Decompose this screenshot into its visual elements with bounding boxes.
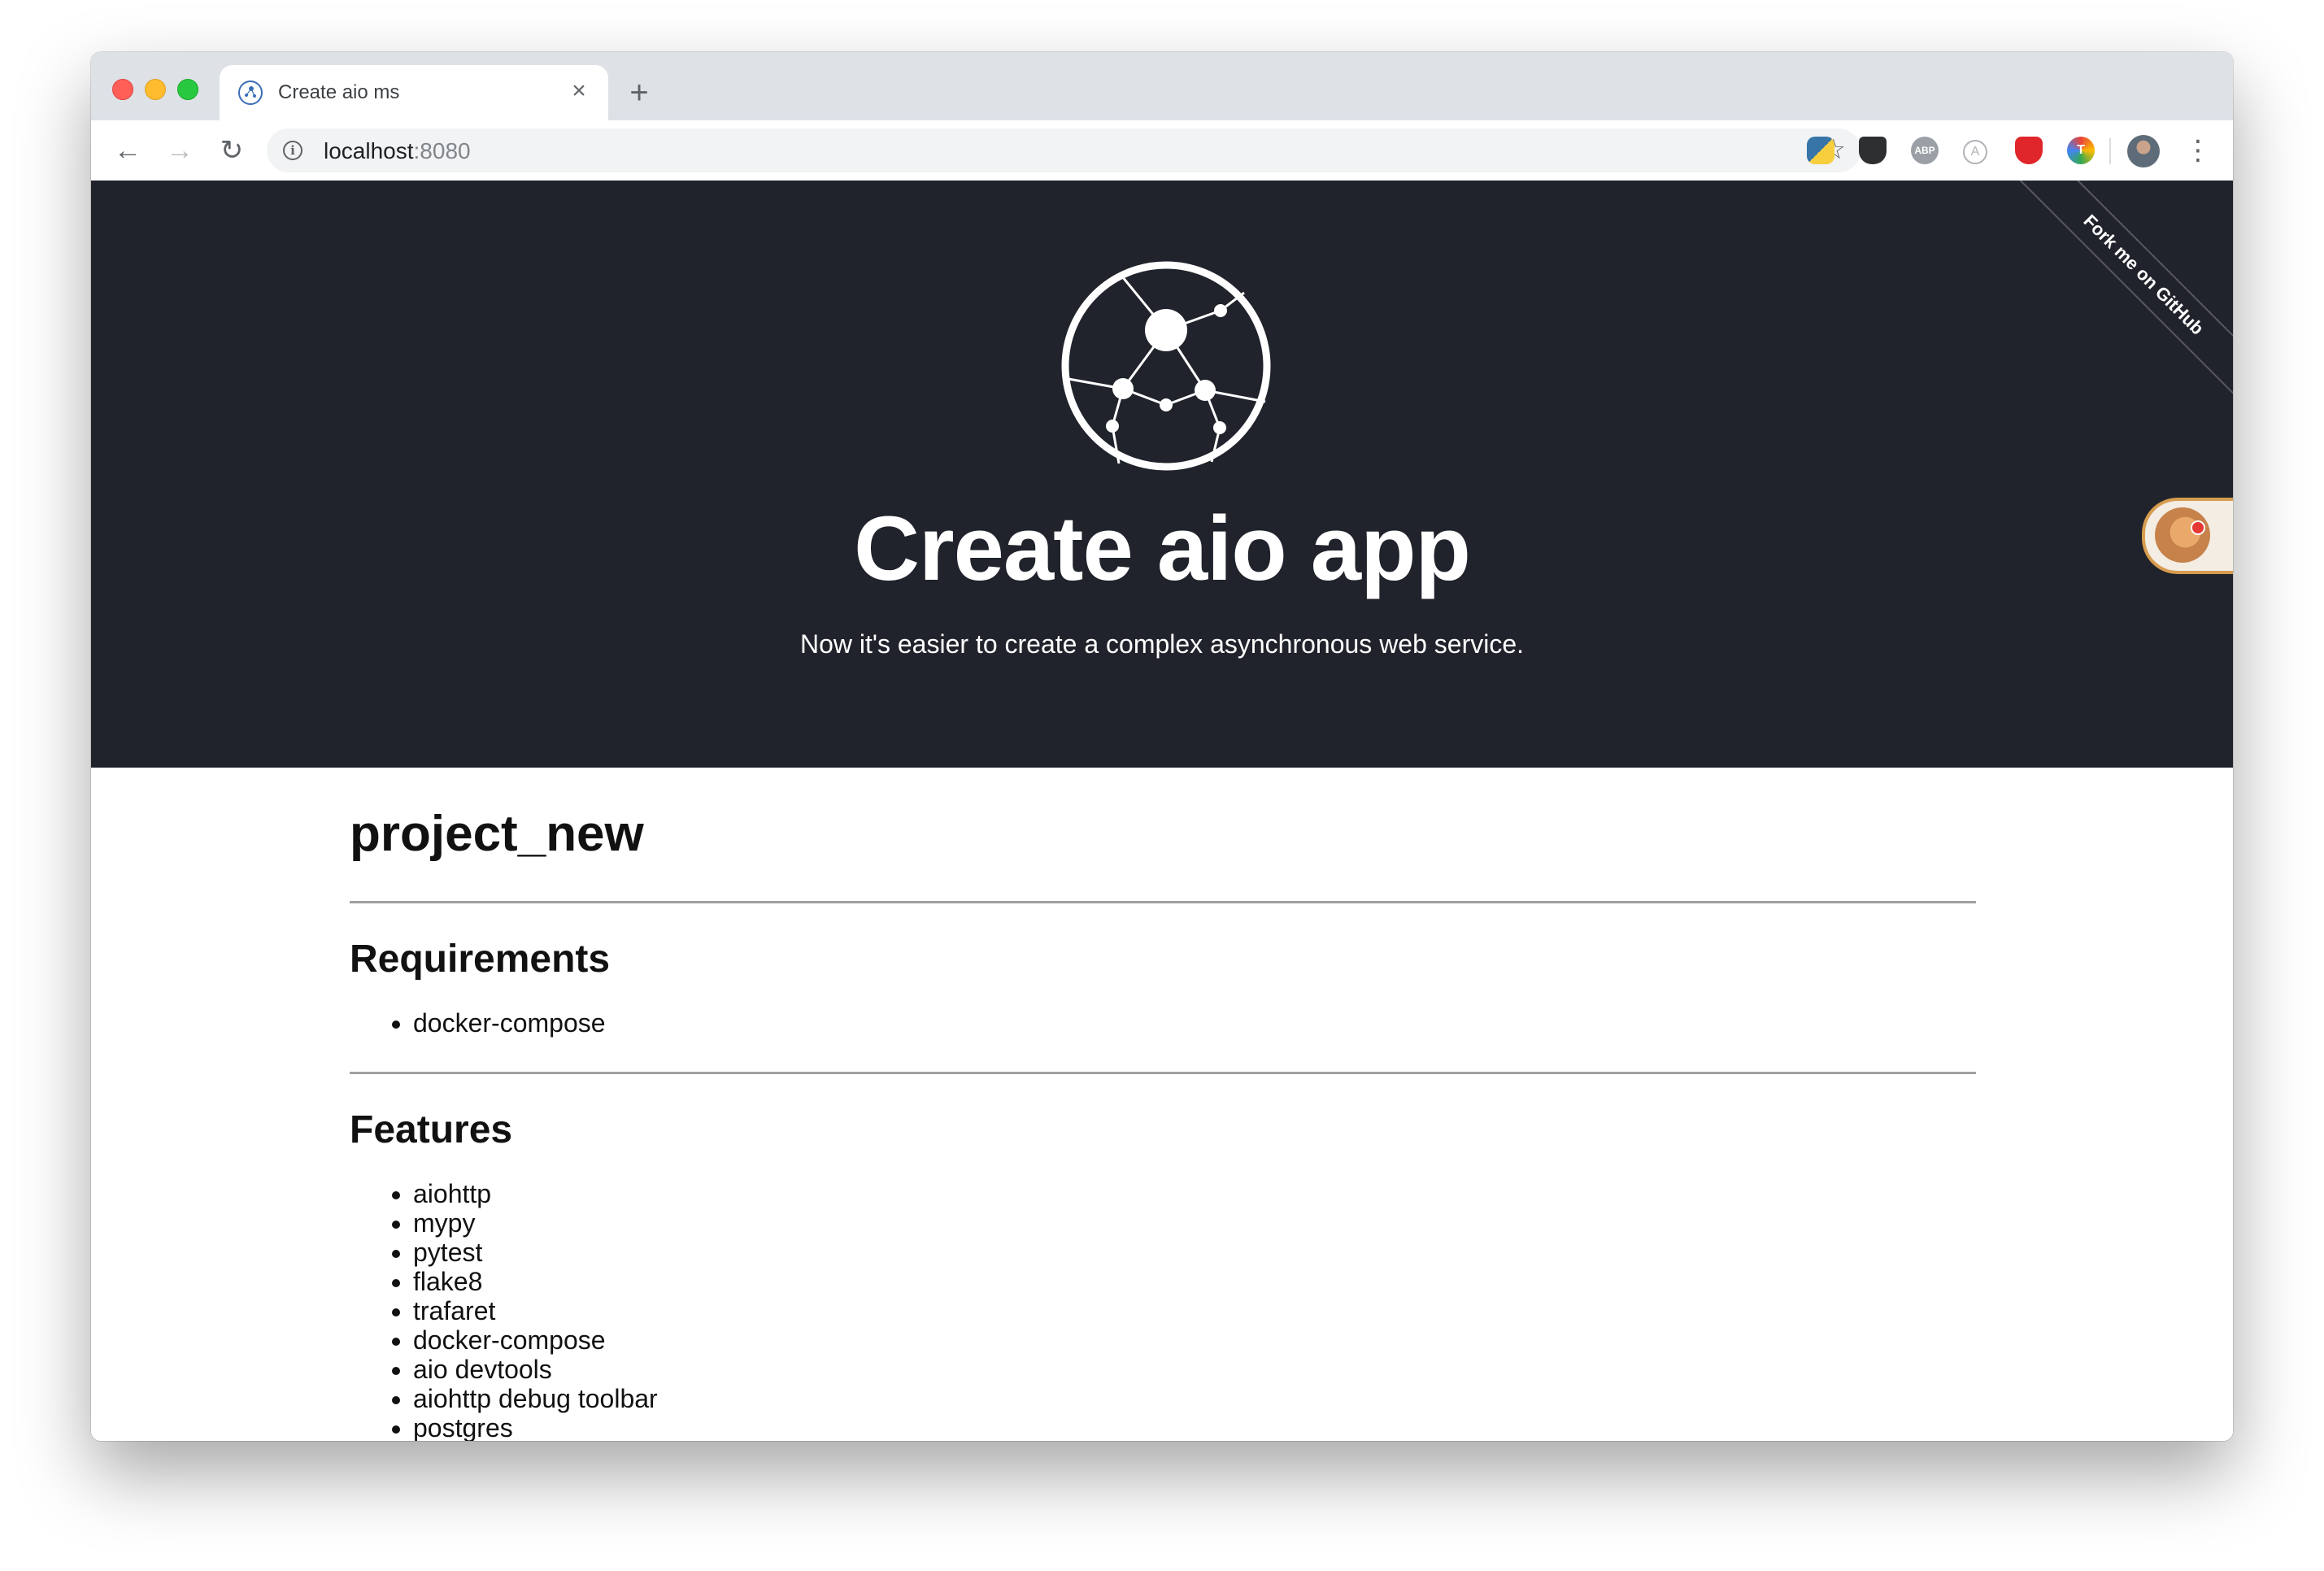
debug-toolbar-button[interactable] bbox=[2142, 498, 2233, 574]
ublock-icon[interactable] bbox=[2015, 137, 2043, 164]
window-maximize-button[interactable] bbox=[177, 79, 198, 100]
new-tab-button[interactable]: + bbox=[623, 76, 655, 109]
window-minimize-button[interactable] bbox=[145, 79, 166, 100]
adblock-plus-icon[interactable]: ABP bbox=[1911, 137, 1939, 164]
profile-avatar[interactable] bbox=[2127, 135, 2160, 168]
debug-indicator-dot bbox=[2191, 520, 2205, 535]
hero-title: Create aio app bbox=[854, 498, 1471, 599]
requirements-list: docker-compose bbox=[350, 1008, 606, 1038]
debug-toolbar-icon bbox=[2155, 507, 2210, 563]
tab-close-icon[interactable]: × bbox=[564, 76, 594, 106]
window-close-button[interactable] bbox=[112, 79, 133, 100]
list-item: trafaret bbox=[413, 1296, 658, 1325]
toolbar-separator bbox=[2109, 138, 2111, 164]
list-item: aio devtools bbox=[413, 1355, 658, 1384]
browser-menu-icon[interactable]: ⋮ bbox=[2184, 133, 2212, 168]
url-port: :8080 bbox=[413, 138, 471, 163]
back-button[interactable]: ← bbox=[111, 133, 145, 168]
forward-button[interactable]: → bbox=[163, 133, 197, 168]
list-item: flake8 bbox=[413, 1267, 658, 1296]
address-bar[interactable]: i localhost:8080 ☆ bbox=[267, 128, 1861, 172]
list-item: postgres bbox=[413, 1413, 658, 1441]
list-item: docker-compose bbox=[413, 1325, 658, 1355]
t-extension-icon[interactable]: T bbox=[2067, 137, 2095, 164]
features-heading: Features bbox=[350, 1108, 513, 1151]
list-item: docker-compose bbox=[413, 1008, 606, 1038]
list-item: aiohttp bbox=[413, 1179, 658, 1208]
url-text[interactable]: localhost:8080 bbox=[324, 138, 471, 164]
tab-title: Create aio ms bbox=[278, 81, 400, 103]
pocket-icon[interactable] bbox=[1859, 137, 1887, 164]
project-title: project_new bbox=[350, 806, 644, 862]
divider bbox=[350, 901, 1976, 903]
hero-banner: Create aio app Now it's easier to create… bbox=[91, 181, 2233, 768]
tab-strip: Create aio ms × + bbox=[91, 52, 2233, 120]
page-viewport: Create aio app Now it's easier to create… bbox=[91, 181, 2233, 1441]
browser-window: Create aio ms × + ← → ↻ i localhost:8080… bbox=[91, 52, 2233, 1441]
features-list: aiohttp mypy pytest flake8 trafaret dock… bbox=[350, 1179, 658, 1441]
site-info-icon[interactable]: i bbox=[283, 141, 302, 160]
list-item: mypy bbox=[413, 1208, 658, 1238]
python-icon[interactable] bbox=[1807, 137, 1834, 164]
tab-active[interactable]: Create aio ms × bbox=[220, 65, 608, 120]
aio-favicon-icon bbox=[238, 81, 263, 105]
reload-button[interactable]: ↻ bbox=[215, 133, 249, 168]
divider bbox=[350, 1072, 1976, 1074]
list-item: pytest bbox=[413, 1238, 658, 1267]
browser-toolbar: ← → ↻ i localhost:8080 ☆ ABP A T ⋮ bbox=[91, 120, 2233, 181]
a-extension-icon[interactable]: A bbox=[1963, 140, 1987, 164]
list-item: aiohttp debug toolbar bbox=[413, 1384, 658, 1413]
url-host: localhost bbox=[324, 138, 414, 163]
hero-subtitle: Now it's easier to create a complex asyn… bbox=[799, 629, 1525, 659]
requirements-heading: Requirements bbox=[350, 938, 611, 981]
aio-network-logo-icon bbox=[1061, 261, 1271, 471]
fork-me-on-github-ribbon[interactable]: Fork me on GitHub bbox=[2013, 181, 2233, 405]
